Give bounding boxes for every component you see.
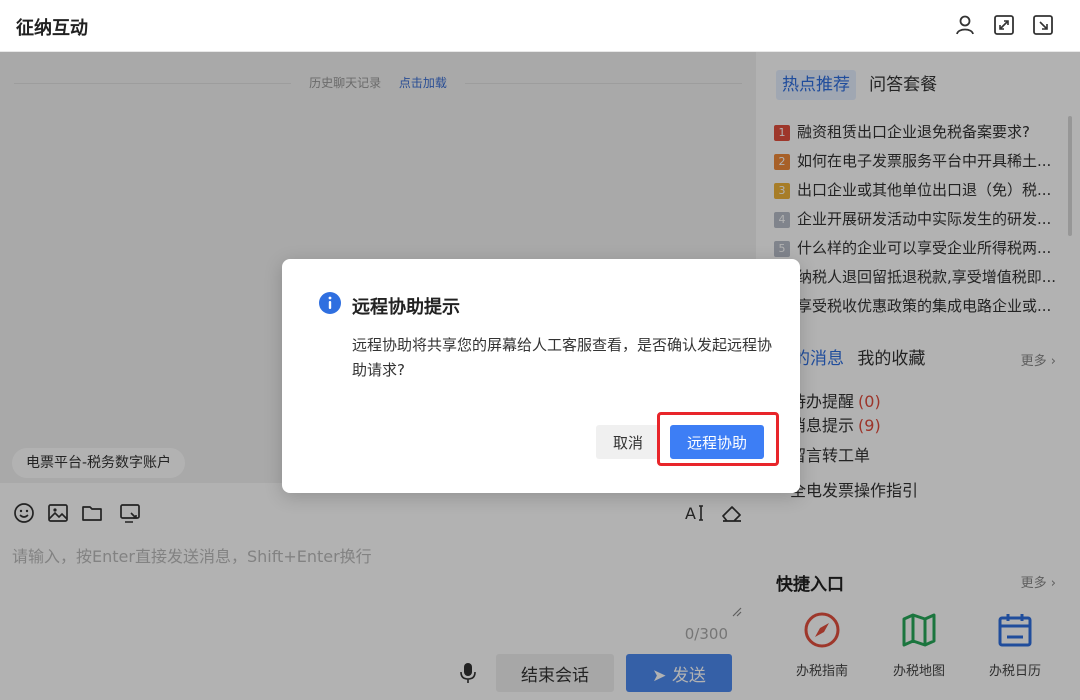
- info-icon: [319, 292, 341, 314]
- remote-assist-dialog: 远程协助提示 远程协助将共享您的屏幕给人工客服查看，是否确认发起远程协助请求? …: [282, 259, 800, 493]
- confirm-remote-assist-button[interactable]: 远程协助: [670, 425, 764, 459]
- window-title: 征纳互动: [16, 18, 88, 39]
- title-bar: 征纳互动: [0, 0, 1080, 52]
- dialog-title: 远程协助提示: [352, 297, 460, 318]
- dialog-message: 远程协助将共享您的屏幕给人工客服查看，是否确认发起远程协助请求?: [352, 336, 773, 379]
- user-icon[interactable]: [954, 14, 976, 36]
- minimize-icon[interactable]: [1032, 14, 1054, 36]
- cancel-button[interactable]: 取消: [596, 425, 660, 459]
- expand-icon[interactable]: [993, 14, 1015, 36]
